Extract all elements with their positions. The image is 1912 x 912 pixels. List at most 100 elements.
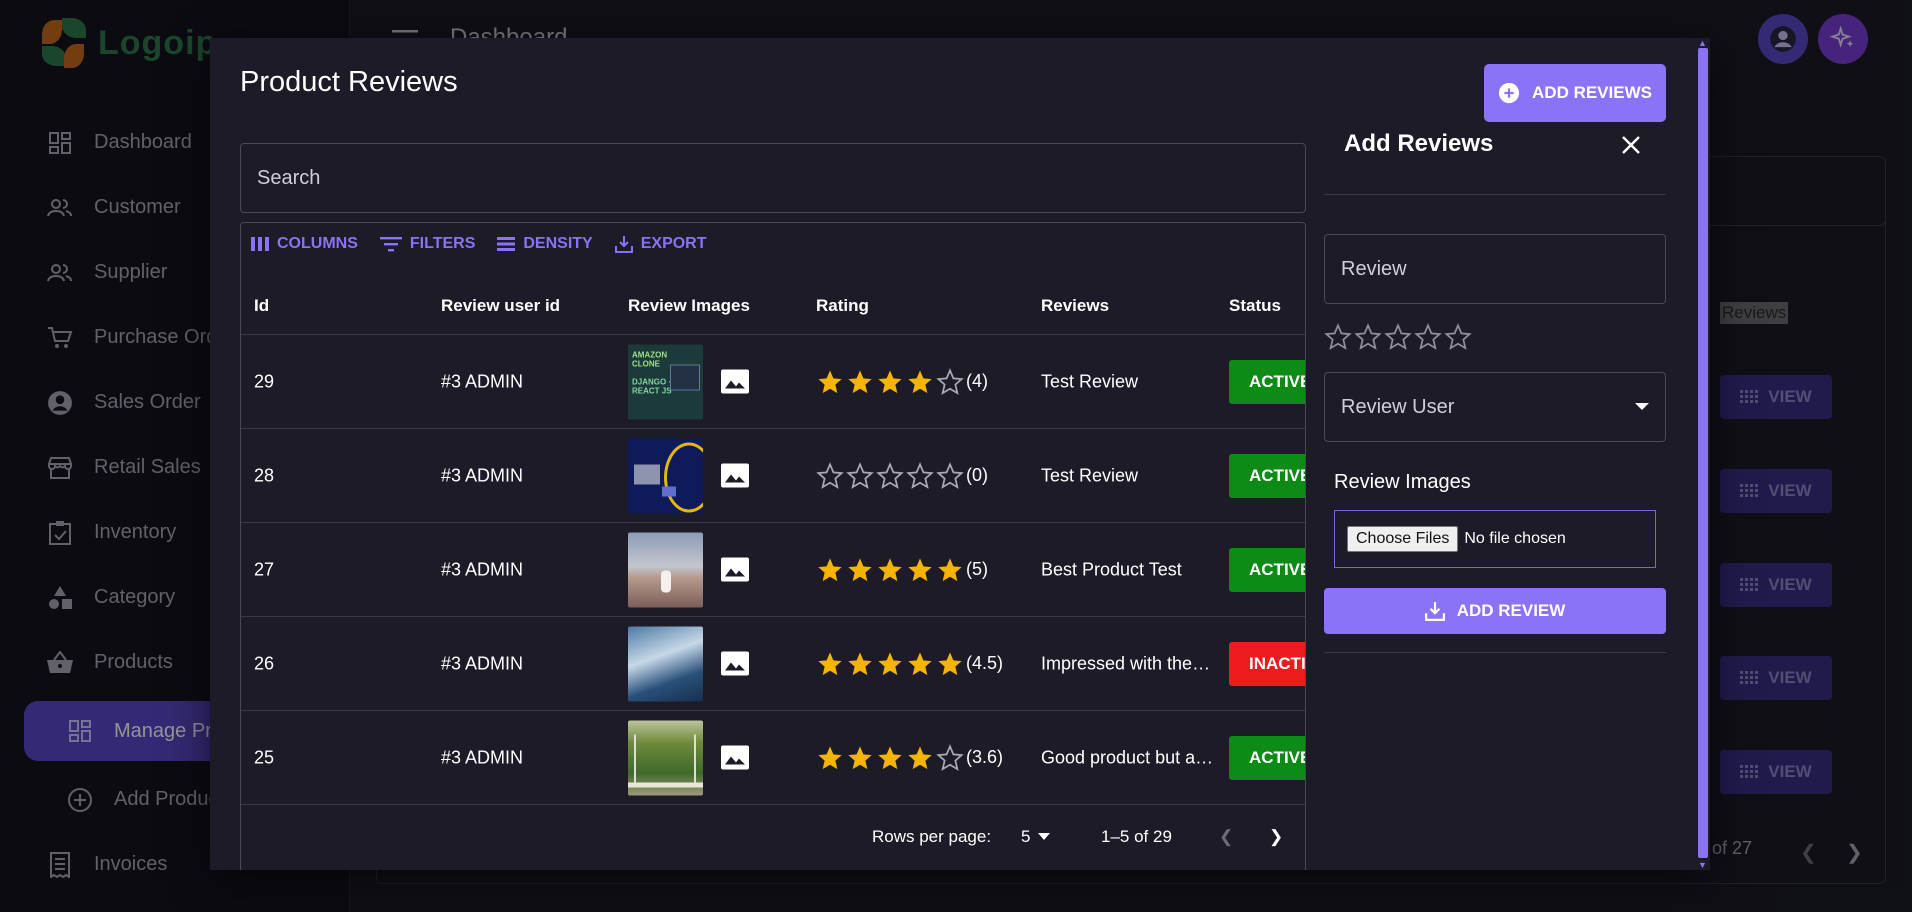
- cell-id: 25: [254, 747, 275, 767]
- rating-star-icon[interactable]: [1354, 323, 1382, 356]
- cell-user: #3 ADMIN: [441, 371, 524, 391]
- review-image-thumbnail[interactable]: [628, 720, 703, 795]
- next-page-icon[interactable]: ❯: [1269, 827, 1283, 847]
- scrollbar-thumb[interactable]: [1698, 48, 1708, 858]
- add-reviews-button[interactable]: ADD REVIEWS: [1484, 64, 1666, 122]
- rating-star-icon[interactable]: [1384, 323, 1412, 356]
- image-icon[interactable]: [721, 369, 749, 394]
- search-input[interactable]: Search: [240, 143, 1306, 213]
- review-text-field[interactable]: Review: [1324, 234, 1666, 304]
- cell-rating: (3.6): [816, 743, 1004, 772]
- cell-user: #3 ADMIN: [441, 747, 524, 767]
- download-icon: [1424, 602, 1445, 621]
- rating-star-icon[interactable]: [1324, 323, 1352, 356]
- table-pagination: Rows per page: 5 1–5 of 29 ❮ ❯: [241, 808, 1305, 866]
- column-header-images[interactable]: Review Images: [628, 296, 750, 316]
- columns-icon: [251, 237, 269, 251]
- table-header: Id Review user id Review Images Rating R…: [241, 277, 1305, 335]
- rows-per-page-select[interactable]: 5: [1021, 827, 1051, 847]
- add-circle-icon: [1498, 82, 1520, 104]
- column-header-user[interactable]: Review user id: [441, 296, 560, 316]
- search-placeholder: Search: [257, 166, 321, 189]
- status-badge[interactable]: ACTIVE: [1229, 735, 1305, 780]
- add-review-label: ADD REVIEW: [1456, 601, 1566, 620]
- export-button[interactable]: EXPORT: [614, 235, 707, 253]
- reviews-table: COLUMNS FILTERS DENSITY EXPORT Id Review…: [240, 222, 1306, 870]
- image-icon[interactable]: [721, 745, 749, 770]
- rating-value: (5): [966, 559, 988, 579]
- status-badge[interactable]: ACTIVE: [1229, 547, 1305, 592]
- modal-title: Product Reviews: [240, 66, 458, 98]
- image-icon[interactable]: [721, 463, 749, 488]
- rating-value: (4.5): [966, 653, 1004, 673]
- review-images-input[interactable]: Choose Files No file chosen: [1334, 510, 1656, 568]
- columns-button[interactable]: COLUMNS: [251, 235, 358, 253]
- cell-rating: (5): [816, 556, 988, 584]
- export-label: EXPORT: [640, 235, 707, 252]
- rating-input[interactable]: [1324, 323, 1472, 356]
- thumbnail-text: AMAZON: [632, 350, 668, 359]
- image-icon[interactable]: [721, 557, 749, 582]
- thumbnail-text: DJANGO +: [632, 377, 674, 386]
- cell-images: [628, 720, 749, 795]
- form-title: Add Reviews: [1344, 130, 1494, 157]
- status-badge[interactable]: ACTIVE: [1229, 453, 1305, 498]
- choose-files-button[interactable]: Choose Files: [1347, 526, 1459, 552]
- review-image-thumbnail[interactable]: [628, 438, 703, 513]
- rating-value: (3.6): [966, 747, 1004, 767]
- modal-scrollbar[interactable]: ▲ ▼: [1696, 38, 1710, 870]
- cell-images: AMAZON CLONE DJANGO + REACT JS: [628, 344, 749, 419]
- review-user-select[interactable]: Review User: [1324, 372, 1666, 442]
- cell-review: Test Review: [1041, 371, 1139, 391]
- review-images-label: Review Images: [1334, 471, 1471, 493]
- scroll-down-icon[interactable]: ▼: [1698, 860, 1707, 870]
- cell-status: ACTIVE: [1229, 547, 1305, 592]
- cell-images: [628, 626, 749, 701]
- columns-label: COLUMNS: [277, 235, 358, 252]
- column-header-status[interactable]: Status: [1229, 296, 1281, 316]
- filter-icon: [379, 237, 402, 252]
- column-header-rating[interactable]: Rating: [816, 296, 869, 316]
- close-icon[interactable]: [1620, 134, 1642, 161]
- column-header-id[interactable]: Id: [254, 296, 269, 316]
- rating-star-icon[interactable]: [1444, 323, 1472, 356]
- table-row[interactable]: 25 #3 ADMIN (3.6) Good product but a… ACTIVE: [241, 711, 1305, 805]
- image-icon[interactable]: [721, 651, 749, 676]
- scroll-up-icon[interactable]: ▲: [1698, 38, 1707, 48]
- rating-star-icon[interactable]: [1414, 323, 1442, 356]
- thumbnail-text: REACT JS: [632, 386, 672, 395]
- table-row[interactable]: 29 #3 ADMIN AMAZON CLONE DJANGO + REACT JS (4)…: [241, 335, 1305, 429]
- filters-button[interactable]: FILTERS: [379, 235, 476, 253]
- review-image-thumbnail[interactable]: [628, 532, 703, 607]
- filters-label: FILTERS: [409, 235, 476, 252]
- cell-user: #3 ADMIN: [441, 653, 524, 673]
- table-row[interactable]: 26 #3 ADMIN (4.5) Impressed with the… INACTI…: [241, 617, 1305, 711]
- cell-images: [628, 532, 749, 607]
- table-toolbar: COLUMNS FILTERS DENSITY EXPORT: [251, 235, 707, 253]
- density-button[interactable]: DENSITY: [497, 235, 593, 253]
- cell-id: 28: [254, 465, 275, 485]
- table-row[interactable]: 27 #3 ADMIN (5) Best Product Test ACTIVE: [241, 523, 1305, 617]
- review-image-thumbnail[interactable]: AMAZON CLONE DJANGO + REACT JS: [628, 344, 703, 419]
- product-reviews-modal: Product Reviews ADD REVIEWS Search COLUM…: [210, 38, 1710, 870]
- density-icon: [497, 237, 516, 251]
- table-row[interactable]: 28 #3 ADMIN (0) Test Review ACTIVE: [241, 429, 1305, 523]
- rows-per-page-value: 5: [1021, 827, 1031, 846]
- cell-status: ACTIVE: [1229, 735, 1305, 780]
- cell-id: 27: [254, 559, 275, 579]
- cell-id: 26: [254, 653, 275, 673]
- density-label: DENSITY: [523, 235, 593, 252]
- add-reviews-label: ADD REVIEWS: [1532, 83, 1652, 102]
- add-review-submit-button[interactable]: ADD REVIEW: [1324, 588, 1666, 634]
- file-status: No file chosen: [1464, 530, 1566, 547]
- column-header-reviews[interactable]: Reviews: [1041, 296, 1109, 316]
- cell-id: 29: [254, 371, 275, 391]
- cell-status: ACTIVE: [1229, 453, 1305, 498]
- review-image-thumbnail[interactable]: [628, 626, 703, 701]
- status-badge[interactable]: INACTIVE: [1229, 641, 1305, 686]
- cell-status: ACTIVE: [1229, 359, 1305, 404]
- status-badge[interactable]: ACTIVE: [1229, 359, 1305, 404]
- thumbnail-text: CLONE: [632, 359, 660, 368]
- cell-review: Good product but a…: [1041, 747, 1214, 767]
- previous-page-icon[interactable]: ❮: [1219, 827, 1233, 847]
